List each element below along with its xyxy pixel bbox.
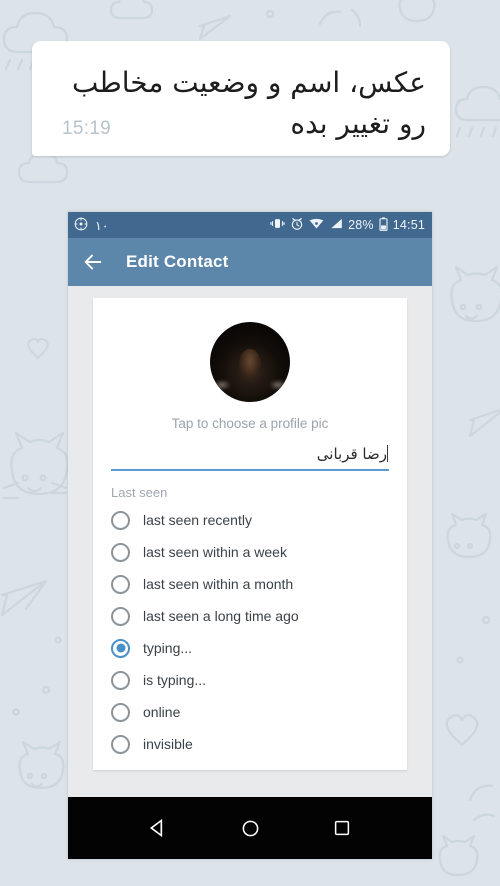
radio-option-last-seen-within-a-month[interactable]: last seen within a month: [111, 568, 407, 600]
text-caret: [387, 445, 388, 462]
back-arrow-icon[interactable]: [82, 251, 104, 273]
android-status-bar: ۱۰ 28% 14:51: [68, 212, 432, 238]
radio-icon[interactable]: [111, 542, 130, 562]
chat-message-bubble[interactable]: عکس، اسم و وضعیت مخاطب رو تغییر بده 15:1…: [32, 41, 450, 157]
android-navigation-bar: [68, 797, 432, 859]
radio-option-label: is typing...: [143, 672, 207, 688]
battery-icon: [379, 216, 388, 234]
home-circle-icon[interactable]: [237, 815, 263, 841]
radio-option-label: online: [143, 704, 181, 720]
radio-option-label: last seen within a week: [143, 544, 287, 560]
avatar[interactable]: [210, 322, 290, 402]
chat-message-time: 15:19: [62, 118, 112, 140]
avatar-highlight-right: [270, 380, 286, 390]
status-left-number: ۱۰: [95, 218, 109, 233]
radio-icon[interactable]: [111, 606, 130, 626]
radio-option-online[interactable]: online: [111, 696, 407, 728]
radio-option-label: last seen within a month: [143, 576, 294, 592]
last-seen-options-list: last seen recently last seen within a we…: [93, 504, 407, 760]
status-bar-clock: 14:51: [392, 218, 425, 232]
tap-to-choose-profile-pic-label[interactable]: Tap to choose a profile pic: [93, 416, 407, 431]
radio-option-is-typing[interactable]: is typing...: [111, 664, 407, 696]
edit-contact-content: Tap to choose a profile pic رضا قربانی L…: [68, 286, 432, 797]
radio-icon[interactable]: [111, 702, 130, 722]
radio-icon[interactable]: [111, 734, 130, 754]
radio-icon[interactable]: [111, 510, 130, 530]
avatar-highlight-left: [214, 380, 230, 390]
radio-option-label: invisible: [143, 736, 193, 752]
last-seen-section-label: Last seen: [111, 485, 168, 500]
radio-icon[interactable]: [111, 574, 130, 594]
contact-name-input[interactable]: رضا قربانی: [111, 445, 389, 471]
recents-square-icon[interactable]: [329, 815, 355, 841]
radio-option-typing[interactable]: typing...: [111, 632, 407, 664]
page-title: Edit Contact: [126, 252, 229, 271]
radio-option-last-seen-a-long-time-ago[interactable]: last seen a long time ago: [111, 600, 407, 632]
radio-option-label: typing...: [143, 640, 193, 656]
contact-name-value: رضا قربانی: [316, 445, 387, 463]
battery-percent: 28%: [348, 218, 374, 232]
wifi-icon: [309, 217, 324, 233]
edit-contact-card: Tap to choose a profile pic رضا قربانی L…: [93, 298, 407, 770]
radio-option-last-seen-recently[interactable]: last seen recently: [111, 504, 407, 536]
embedded-phone-screenshot: ۱۰ 28% 14:51 Edit Contact Tap to choose …: [68, 212, 432, 859]
app-bar: Edit Contact: [68, 238, 432, 286]
radio-icon-selected[interactable]: [111, 638, 130, 658]
radio-icon[interactable]: [111, 670, 130, 690]
radio-option-invisible[interactable]: invisible: [111, 728, 407, 760]
avatar-face: [239, 348, 261, 379]
radio-option-last-seen-within-a-week[interactable]: last seen within a week: [111, 536, 407, 568]
signal-icon: [329, 217, 343, 233]
compass-icon: [74, 217, 88, 234]
vibrate-icon: [270, 217, 285, 233]
radio-option-label: last seen recently: [143, 512, 252, 528]
back-triangle-icon[interactable]: [145, 815, 171, 841]
avatar-container[interactable]: [93, 322, 407, 402]
alarm-icon: [290, 217, 304, 234]
radio-option-label: last seen a long time ago: [143, 608, 299, 624]
